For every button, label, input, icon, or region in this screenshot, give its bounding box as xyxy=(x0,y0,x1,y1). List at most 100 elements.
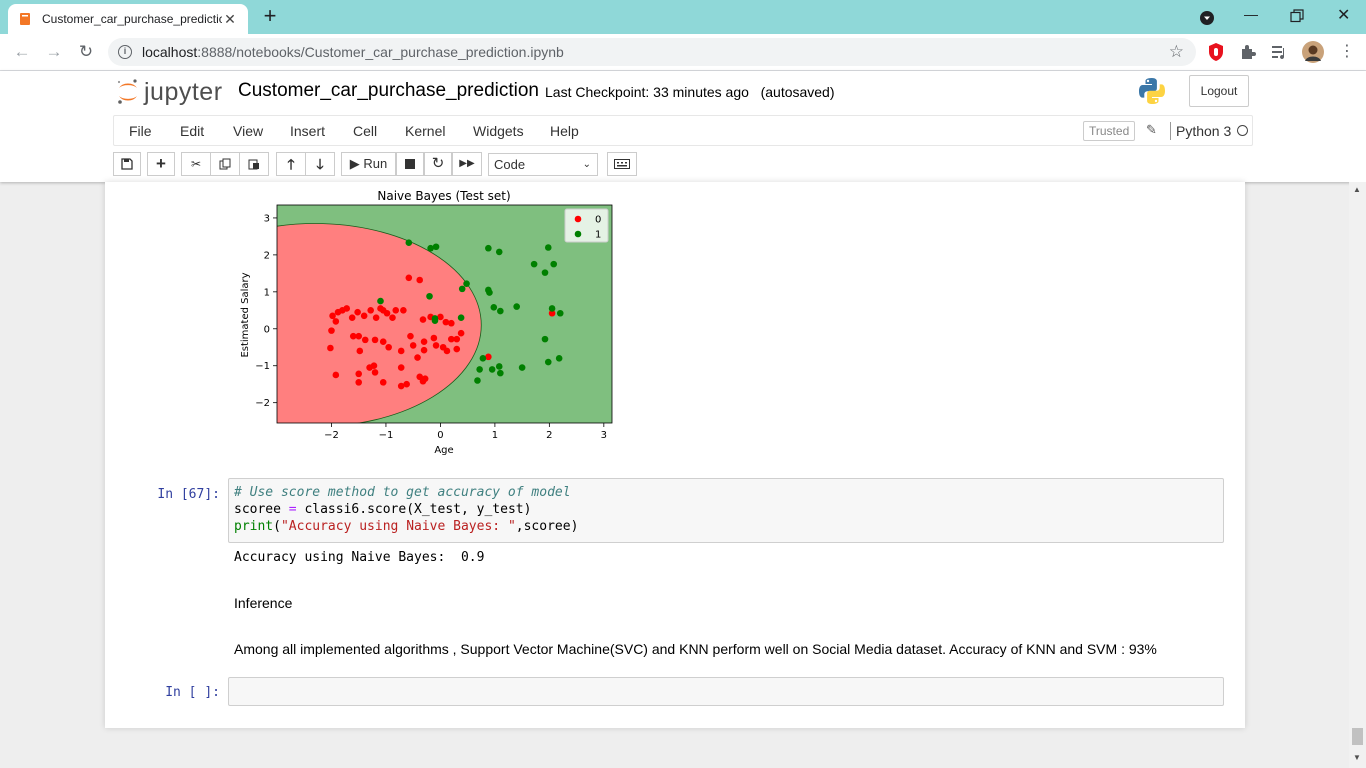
checkpoint-text: Last Checkpoint: 33 minutes ago xyxy=(545,84,749,100)
jupyter-header: jupyter Customer_car_purchase_prediction… xyxy=(0,71,1366,115)
restore-icon[interactable] xyxy=(1290,9,1304,23)
y-tick-label: −2 xyxy=(255,398,270,409)
code-editor[interactable]: # Use score method to get accuracy of mo… xyxy=(229,479,1223,540)
menu-file[interactable]: File xyxy=(129,123,152,139)
scissors-icon: ✂ xyxy=(190,157,202,171)
extension-shield-icon[interactable] xyxy=(1206,42,1226,62)
code-cell-input[interactable]: # Use score method to get accuracy of mo… xyxy=(228,478,1224,543)
paste-button[interactable] xyxy=(239,152,269,176)
menu-help[interactable]: Help xyxy=(550,123,579,139)
python-logo-icon xyxy=(1139,78,1165,104)
interrupt-button[interactable] xyxy=(396,152,424,176)
new-tab-button[interactable]: + xyxy=(258,5,282,29)
back-icon[interactable]: ← xyxy=(12,42,32,62)
data-point-class-0 xyxy=(397,364,405,371)
data-point-class-1 xyxy=(555,355,563,362)
move-down-button[interactable]: 🡓 xyxy=(305,152,335,176)
data-point-class-0 xyxy=(419,316,427,323)
data-point-class-0 xyxy=(371,369,379,376)
data-point-class-1 xyxy=(544,244,552,251)
code-line-2-var: scoree xyxy=(234,502,289,517)
data-point-class-1 xyxy=(488,366,496,373)
data-point-class-0 xyxy=(385,343,392,351)
run-button[interactable]: ▶ Run xyxy=(341,152,396,176)
browser-tab[interactable]: Customer_car_purchase_predictic ✕ xyxy=(8,4,248,34)
code-cell-prompt: In [67]: xyxy=(157,487,220,502)
browser-menu-icon[interactable]: ⋮ xyxy=(1337,42,1357,62)
notebook-toolbar: + ✂ 🡑 🡓 ▶ Run ↻ ▶▶ Code ⌄ xyxy=(113,150,1253,180)
menu-kernel[interactable]: Kernel xyxy=(405,123,445,139)
data-point-class-0 xyxy=(400,307,407,314)
data-point-class-0 xyxy=(457,329,465,337)
data-point-class-1 xyxy=(541,269,549,276)
legend-label-0: 0 xyxy=(595,215,601,226)
tab-close-icon[interactable]: ✕ xyxy=(222,11,238,28)
reload-icon[interactable]: ↻ xyxy=(76,42,96,62)
notebook-name[interactable]: Customer_car_purchase_prediction xyxy=(238,80,539,102)
cell-type-select[interactable]: Code ⌄ xyxy=(488,153,598,176)
trusted-indicator[interactable]: Trusted xyxy=(1083,121,1136,141)
empty-code-cell-input[interactable] xyxy=(228,677,1224,706)
save-button[interactable] xyxy=(113,152,141,176)
data-point-class-1 xyxy=(541,335,549,343)
jupyter-logo[interactable]: jupyter xyxy=(116,77,223,107)
menu-view[interactable]: View xyxy=(233,123,263,139)
scroll-down-icon[interactable]: ▼ xyxy=(1353,753,1361,762)
user-avatar[interactable] xyxy=(1302,41,1324,63)
data-point-class-0 xyxy=(327,344,334,352)
restart-run-all-button[interactable]: ▶▶ xyxy=(452,152,482,176)
data-point-class-0 xyxy=(361,336,369,344)
legend-label-1: 1 xyxy=(595,230,601,241)
restart-button[interactable]: ↻ xyxy=(424,152,452,176)
plot-area: −2 −1 0 1 2 3 3 2 1 0 −1 −2 0 1 xyxy=(255,204,613,441)
data-point-class-1 xyxy=(497,369,504,377)
chart-title: Naive Bayes (Test set) xyxy=(377,189,510,203)
bookmark-star-icon[interactable]: ☆ xyxy=(1169,38,1184,66)
keyboard-icon xyxy=(614,159,630,169)
command-palette-button[interactable] xyxy=(607,152,637,176)
data-point-class-1 xyxy=(405,239,413,246)
data-point-class-1 xyxy=(485,244,492,252)
forward-icon[interactable]: → xyxy=(44,42,64,62)
cell-output-text: Accuracy using Naive Bayes: 0.9 xyxy=(234,550,485,565)
plus-icon: + xyxy=(156,154,166,173)
move-up-button[interactable]: 🡑 xyxy=(276,152,306,176)
data-point-class-0 xyxy=(405,274,413,282)
profile-dropdown-icon[interactable] xyxy=(1199,10,1215,26)
kernel-idle-indicator-icon xyxy=(1237,125,1248,136)
x-tick-label: −2 xyxy=(324,430,339,441)
menu-widgets[interactable]: Widgets xyxy=(473,123,524,139)
url-host: localhost xyxy=(142,44,198,60)
code-line-2-rest: classi6.score(X_test, y_test) xyxy=(296,502,532,517)
kernel-name[interactable]: Python 3 xyxy=(1176,123,1231,139)
data-point-class-1 xyxy=(479,355,487,362)
y-tick-label: −1 xyxy=(255,361,270,372)
address-bar[interactable]: i localhost:8888/notebooks/Customer_car_… xyxy=(108,38,1196,66)
menu-edit[interactable]: Edit xyxy=(180,123,204,139)
edit-mode-pencil-icon: ✎ xyxy=(1146,122,1157,137)
y-axis-label: Estimated Salary xyxy=(240,272,251,357)
kernel-separator xyxy=(1170,122,1171,140)
menu-insert[interactable]: Insert xyxy=(290,123,325,139)
data-point-class-0 xyxy=(354,308,361,316)
site-info-icon[interactable]: i xyxy=(118,45,132,59)
data-point-class-0 xyxy=(355,370,363,378)
data-point-class-0 xyxy=(416,276,424,284)
checkpoint-status: Last Checkpoint: 33 minutes ago (autosav… xyxy=(545,84,835,100)
cut-button[interactable]: ✂ xyxy=(181,152,211,176)
copy-button[interactable] xyxy=(210,152,240,176)
fast-forward-icon: ▶▶ xyxy=(459,158,475,169)
media-queue-icon[interactable] xyxy=(1270,42,1290,62)
minimize-icon[interactable]: — xyxy=(1244,6,1258,22)
close-window-icon[interactable]: ✕ xyxy=(1337,5,1350,25)
insert-cell-button[interactable]: + xyxy=(147,152,175,176)
extensions-puzzle-icon[interactable] xyxy=(1238,42,1258,62)
arrow-up-icon: 🡑 xyxy=(287,156,295,172)
scrollbar-thumb[interactable] xyxy=(1352,728,1363,745)
menu-cell[interactable]: Cell xyxy=(353,123,377,139)
legend-marker-0 xyxy=(574,215,582,223)
logout-button[interactable]: Logout xyxy=(1189,75,1249,107)
page-scrollbar[interactable]: ▲ ▼ xyxy=(1349,182,1366,768)
data-point-class-0 xyxy=(453,335,461,343)
scroll-up-icon[interactable]: ▲ xyxy=(1353,185,1361,194)
